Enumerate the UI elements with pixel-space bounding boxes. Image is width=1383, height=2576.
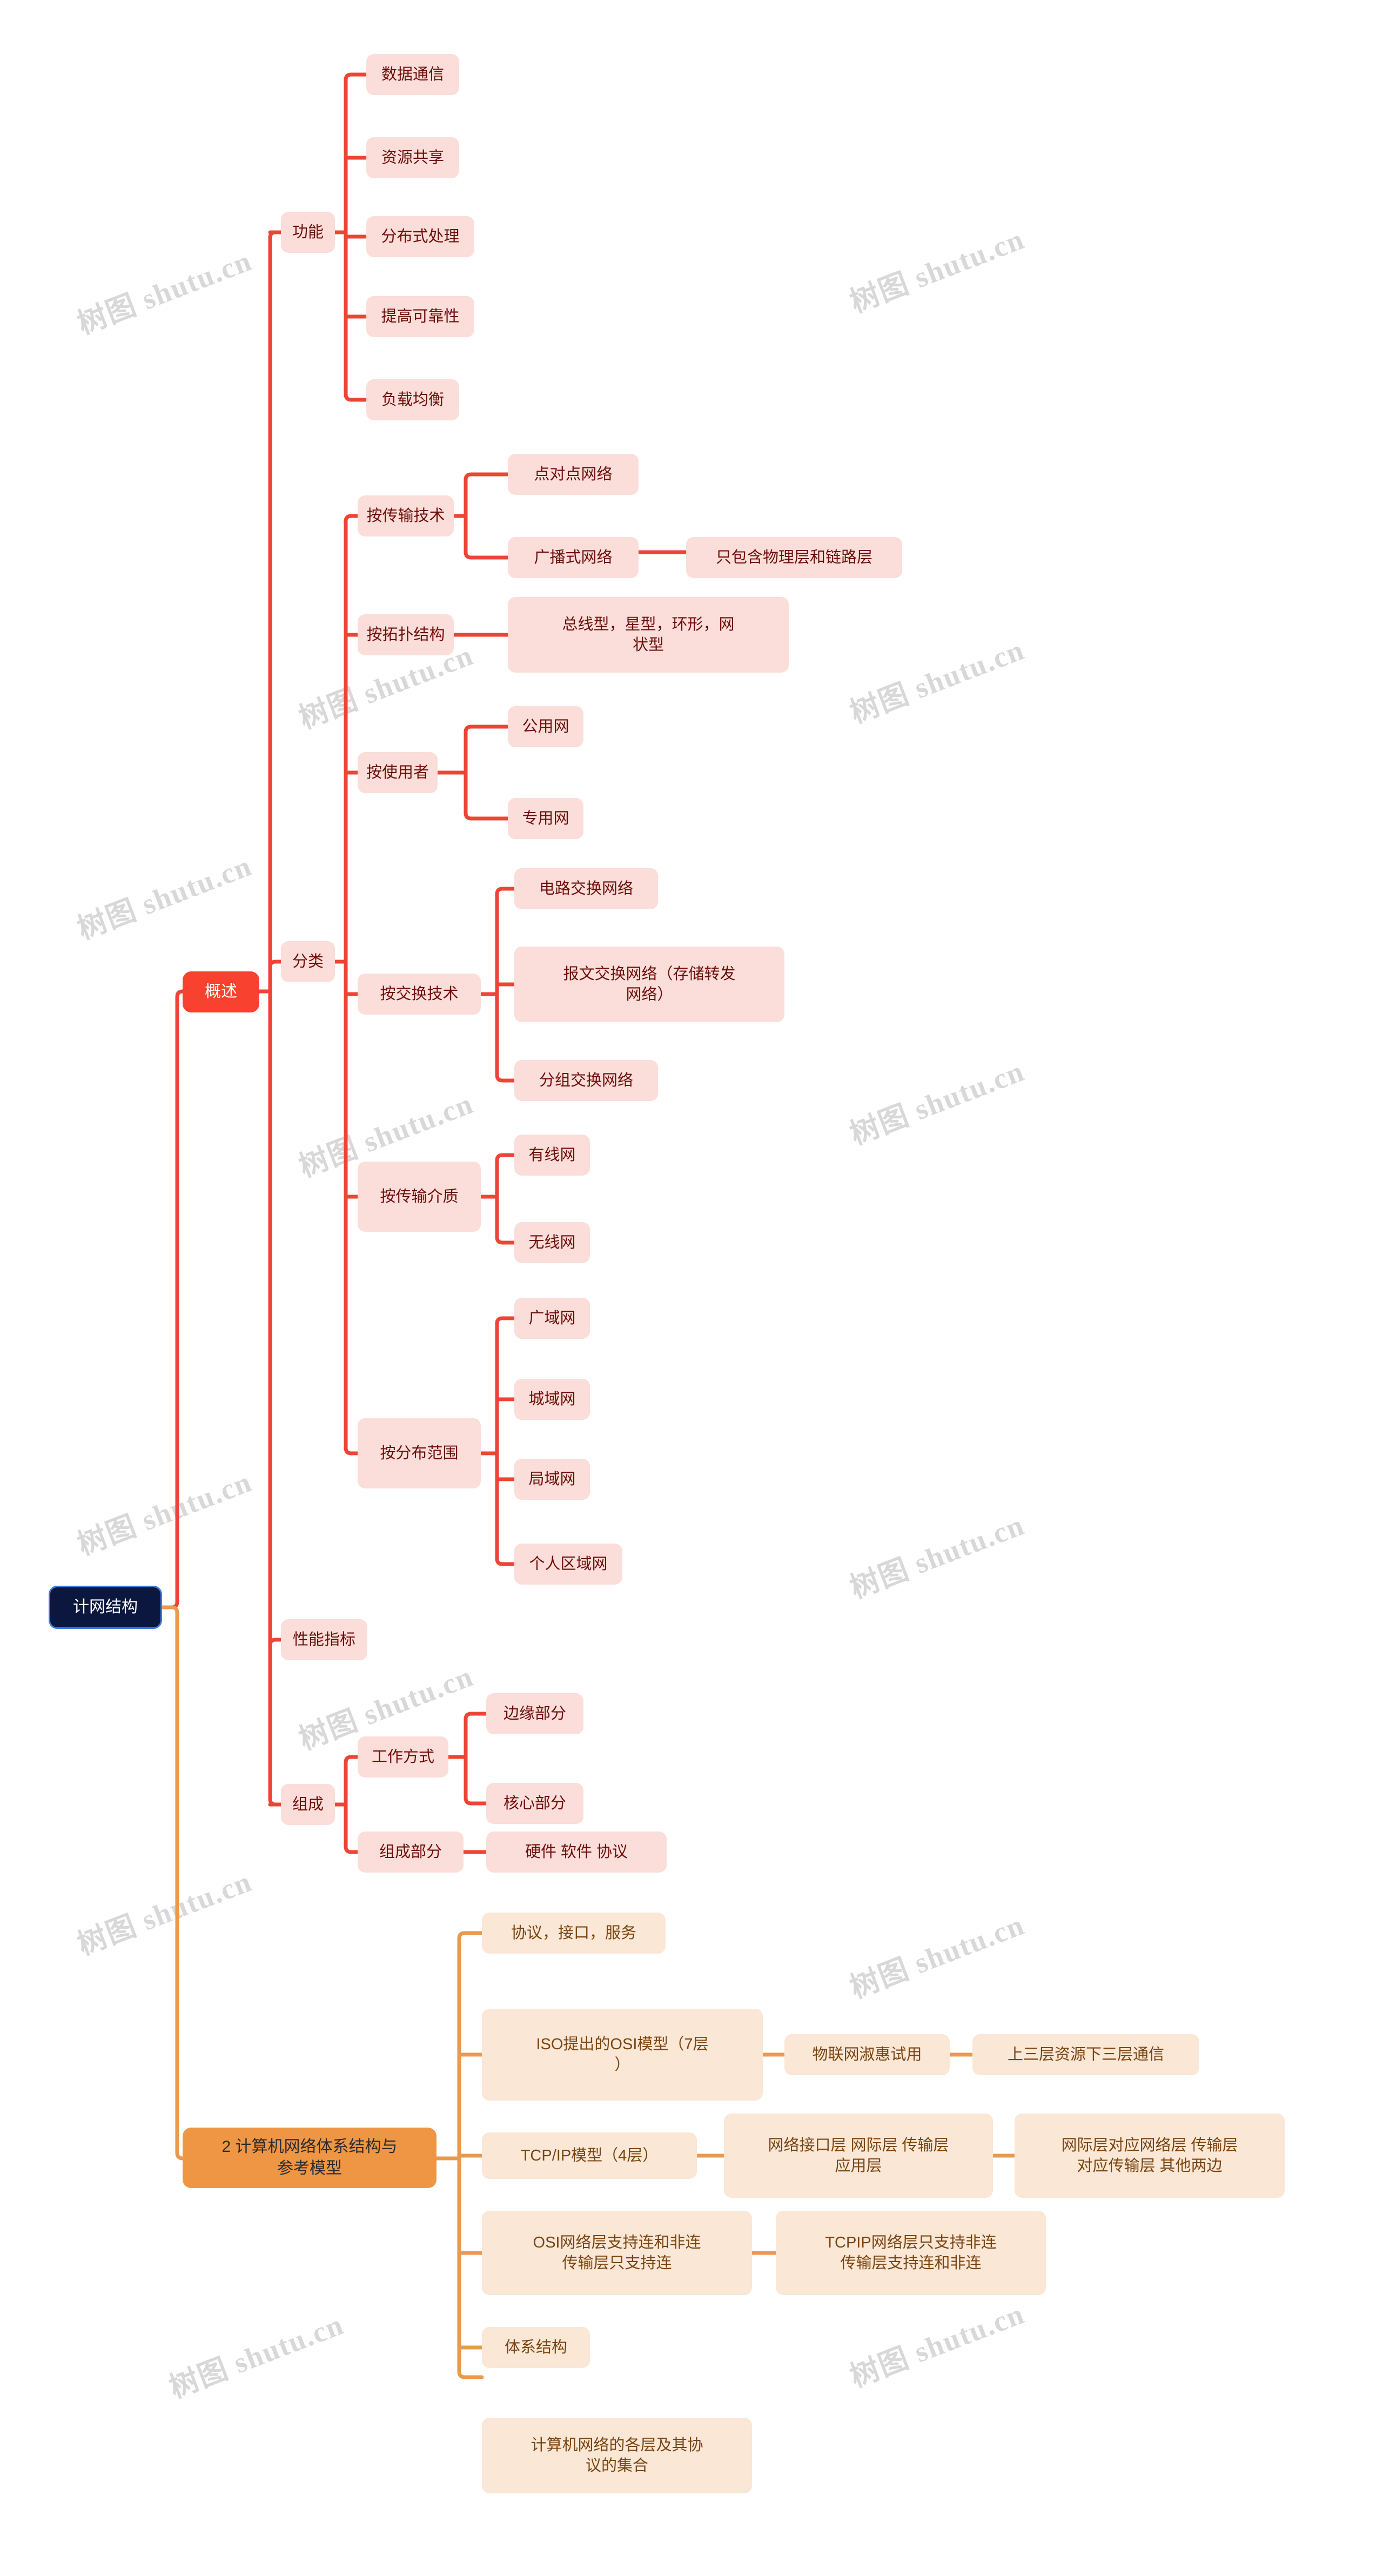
node-tigao-kekaoxing[interactable]: 提高可靠性 — [366, 296, 474, 337]
node-tcpip-model[interactable]: TCP/IP模型（4层） — [482, 2132, 697, 2179]
node-bianyuan-bufen[interactable]: 边缘部分 — [486, 1693, 583, 1734]
node-an-jiaohuan-jishu[interactable]: 按交换技术 — [358, 974, 481, 1015]
node-tcpip-layers-note[interactable]: 网际层对应网络层 传输层 对应传输层 其他两边 — [1015, 2114, 1285, 2198]
node-guangbo-note[interactable]: 只包含物理层和链路层 — [686, 537, 902, 578]
node-hexin-bufen[interactable]: 核心部分 — [486, 1783, 583, 1824]
node-tixi-jiegou[interactable]: 体系结构 — [482, 2327, 590, 2368]
node-ziyuan-gongxiang[interactable]: 资源共享 — [366, 137, 459, 178]
node-chengyu-wang[interactable]: 城域网 — [514, 1379, 590, 1420]
node-gongyong-wang[interactable]: 公用网 — [508, 706, 583, 747]
node-dianlu-jiaohuan-wangluo[interactable]: 电路交换网络 — [514, 868, 658, 909]
node-an-tuopu-jiegou[interactable]: 按拓扑结构 — [358, 614, 454, 655]
node-tixi-jiegou-note[interactable]: 计算机网络的各层及其协 议的集合 — [482, 2418, 752, 2493]
node-an-chuanshu-jiezhi[interactable]: 按传输介质 — [358, 1162, 481, 1232]
node-zucheng-bufen[interactable]: 组成部分 — [358, 1832, 464, 1873]
node-osi-note-1[interactable]: 物联网淑惠试用 — [784, 2034, 950, 2075]
node-fenlei[interactable]: 分类 — [281, 941, 335, 982]
node-osi-connection[interactable]: OSI网络层支持连和非连 传输层只支持连 — [482, 2211, 752, 2295]
node-gongzuo-fangshi[interactable]: 工作方式 — [358, 1736, 448, 1777]
node-zucheng[interactable]: 组成 — [281, 1784, 335, 1825]
node-diandui-dian-wangluo[interactable]: 点对点网络 — [508, 454, 639, 495]
node-osi-model[interactable]: ISO提出的OSI模型（7层 ） — [482, 2009, 763, 2101]
node-an-chuanshu-jishu[interactable]: 按传输技术 — [358, 495, 454, 536]
node-zhuanyong-wang[interactable]: 专用网 — [508, 798, 583, 839]
node-zucheng-bufen-note[interactable]: 硬件 软件 协议 — [486, 1832, 667, 1873]
node-youxian-wang[interactable]: 有线网 — [514, 1135, 590, 1176]
node-fuzai-junheng[interactable]: 负载均衡 — [366, 379, 459, 420]
node-fenbushi-chuli[interactable]: 分布式处理 — [366, 216, 474, 257]
node-tuopu-types[interactable]: 总线型，星型，环形，网 状型 — [508, 597, 789, 673]
node-xieyi-jiekou-fuwu[interactable]: 协议，接口，服务 — [482, 1913, 666, 1954]
node-gongneng[interactable]: 功能 — [281, 212, 335, 253]
node-fenzu-jiaohuan-wangluo[interactable]: 分组交换网络 — [514, 1060, 658, 1101]
node-tcpip-layers[interactable]: 网络接口层 网际层 传输层 应用层 — [724, 2114, 993, 2198]
branch-node-overview[interactable]: 概述 — [183, 971, 259, 1012]
node-wuxian-wang[interactable]: 无线网 — [514, 1222, 590, 1263]
node-geren-quyu-wang[interactable]: 个人区域网 — [514, 1544, 622, 1585]
node-tcpip-connection[interactable]: TCPIP网络层只支持非连 传输层支持连和非连 — [776, 2211, 1046, 2295]
node-osi-note-2[interactable]: 上三层资源下三层通信 — [972, 2034, 1199, 2075]
root-node[interactable]: 计网结构 — [49, 1586, 162, 1629]
node-shuju-tongxin[interactable]: 数据通信 — [366, 54, 459, 95]
mindmap-canvas: 树图 shutu.cn 树图 shutu.cn 树图 shutu.cn 树图 s… — [0, 0, 1383, 2576]
node-guangyu-wang[interactable]: 广域网 — [514, 1298, 590, 1339]
node-guangbo-shi-wangluo[interactable]: 广播式网络 — [508, 537, 639, 578]
node-baowen-jiaohuan-wangluo[interactable]: 报文交换网络（存储转发 网络） — [514, 947, 784, 1022]
branch-node-architecture[interactable]: 2 计算机网络体系结构与 参考模型 — [183, 2128, 437, 2188]
node-juyu-wang[interactable]: 局域网 — [514, 1459, 590, 1500]
node-xingneng-zhibiao[interactable]: 性能指标 — [281, 1619, 367, 1660]
node-an-shiyongzhe[interactable]: 按使用者 — [358, 752, 438, 793]
node-an-fenbu-fanwei[interactable]: 按分布范围 — [358, 1418, 481, 1488]
